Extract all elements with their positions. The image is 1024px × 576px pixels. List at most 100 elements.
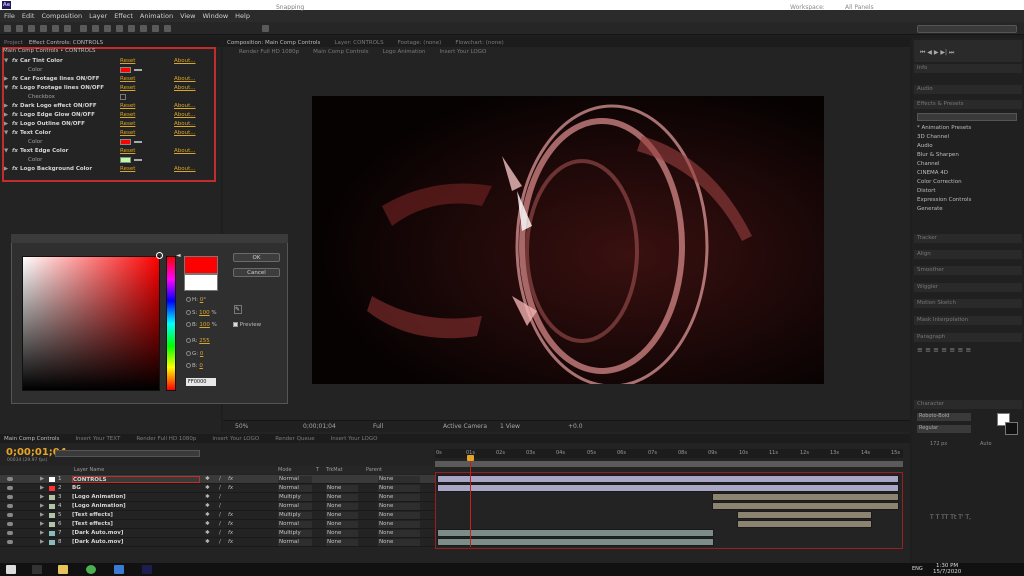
quality-switch-icon[interactable]: / [219,512,221,518]
col-mode[interactable]: Mode [278,467,292,473]
eye-visibility-icon[interactable] [7,531,13,535]
label-color-icon[interactable] [49,540,55,545]
effects-switch-icon[interactable]: fx [228,539,233,545]
parent-select[interactable]: None [378,530,420,537]
current-time-readout[interactable]: 0;00;01;04 [303,423,336,430]
parent-select[interactable]: None [378,485,420,492]
about-link[interactable]: About... [174,76,196,82]
shy-switch-icon[interactable]: ✱ [205,539,210,545]
green-field[interactable]: G: 0 [186,351,203,357]
eye-visibility-icon[interactable] [7,522,13,526]
clone-stamp-tool-icon[interactable] [128,25,135,32]
blend-mode-select[interactable]: Multiply [278,494,312,501]
checkbox[interactable] [120,94,126,100]
red-field[interactable]: R: 255 [186,338,210,344]
menu-view[interactable]: View [180,12,195,20]
layer-name[interactable]: BG [72,485,200,492]
track-matte-select[interactable]: None [326,503,358,510]
effects-category[interactable]: Color Correction [917,179,962,185]
eye-visibility-icon[interactable] [7,540,13,544]
reset-link[interactable]: Reset [120,76,135,82]
exposure-readout[interactable]: +0.0 [568,423,583,430]
label-color-icon[interactable] [49,495,55,500]
parent-select[interactable]: None [378,476,420,483]
track-matte-select[interactable]: None [326,521,358,528]
reset-link[interactable]: Reset [120,121,135,127]
breadcrumb-item[interactable]: Main Comp Controls [313,49,368,55]
text-style-icons[interactable]: T T TT Tt T' T, [930,514,1020,521]
shy-switch-icon[interactable]: ✱ [205,521,210,527]
quality-switch-icon[interactable]: / [219,494,221,500]
panel-header-mask-interpolation[interactable]: Mask Interpolation [914,316,1022,325]
font-family-select[interactable]: Roboto-Bold [917,413,971,421]
effect-row[interactable]: ▶ fx Logo Outline ON/OFF Reset About... [3,120,213,129]
effects-search-input[interactable] [917,113,1017,121]
font-style-select[interactable]: Regular [917,425,971,433]
track-matte-select[interactable]: None [326,494,358,501]
input-language[interactable]: ENG [912,566,923,572]
tab-timeline[interactable]: Render Full HD 1080p [136,436,196,442]
roto-brush-tool-icon[interactable] [152,25,159,32]
tab-effect-controls[interactable]: Effect Controls: CONTROLS [29,40,103,46]
effects-category[interactable]: Generate [917,206,943,212]
reset-link[interactable]: Reset [120,112,135,118]
panel-header-effects-presets[interactable]: Effects & Presets [914,100,1022,109]
tab-layer[interactable]: Layer: CONTROLS [334,40,383,46]
saturation-field[interactable]: S: 100 % [186,310,217,316]
resolution-select[interactable]: Full [373,423,383,430]
reset-link[interactable]: Reset [120,130,135,136]
panel-header-motion-sketch[interactable]: Motion Sketch [914,299,1022,308]
track-matte-select[interactable]: None [326,512,358,519]
layer-name[interactable]: CONTROLS [72,476,200,483]
system-clock[interactable]: 1:30 PM 15/7/2020 [933,563,961,575]
font-size-field[interactable]: 172 px [930,441,947,447]
quality-switch-icon[interactable]: / [219,530,221,536]
composition-viewer[interactable] [312,96,824,384]
shy-switch-icon[interactable]: ✱ [205,530,210,536]
about-link[interactable]: About... [174,130,196,136]
eye-visibility-icon[interactable] [7,477,13,481]
current-time-indicator[interactable] [470,456,471,547]
color-picker-titlebar[interactable] [11,234,288,243]
col-parent[interactable]: Parent [366,467,382,473]
effects-category[interactable]: Channel [917,161,940,167]
after-effects-taskbar-icon[interactable] [142,565,152,574]
effects-category[interactable]: Distort [917,188,936,194]
eye-visibility-icon[interactable] [7,495,13,499]
menu-layer[interactable]: Layer [89,12,107,20]
selection-tool-icon[interactable] [4,25,11,32]
parent-select[interactable]: None [378,503,420,510]
color-swatch[interactable] [120,157,131,163]
panel-header-align[interactable]: Align [914,250,1022,259]
layer-row[interactable]: ▶ 8 [Dark Auto.mov] ✱ / fx Normal None None [0,538,435,547]
work-area-bar[interactable] [435,461,903,467]
effect-row[interactable]: ▼ fx Logo Footage lines ON/OFF Reset About..… [3,84,213,93]
photos-icon[interactable] [114,565,124,574]
panel-header-audio[interactable]: Audio [914,85,1022,94]
blend-mode-select[interactable]: Normal [278,503,312,510]
layer-name[interactable]: [Text effects] [72,512,200,519]
blend-mode-select[interactable]: Multiply [278,530,312,537]
effect-row[interactable]: ▶ fx Dark Logo effect ON/OFF Reset About... [3,102,213,111]
blend-mode-select[interactable]: Normal [278,476,312,483]
hue-slider-handle-icon[interactable]: ◄ [176,252,181,259]
brush-tool-icon[interactable] [116,25,123,32]
effects-category[interactable]: Audio [917,143,933,149]
blend-mode-select[interactable]: Normal [278,521,312,528]
layer-row[interactable]: ▶ 2 BG ✱ / fx Normal None None [0,484,435,493]
eyedropper-icon[interactable] [134,141,142,143]
eye-visibility-icon[interactable] [7,504,13,508]
tab-timeline-main-comp[interactable]: Main Comp Controls [4,436,59,442]
about-link[interactable]: About... [174,166,196,172]
about-link[interactable]: About... [174,58,196,64]
ok-button[interactable]: OK [233,253,280,262]
blue-field[interactable]: B: 0 [186,363,203,369]
tab-timeline[interactable]: Insert Your LOGO [331,436,378,442]
workspace-select[interactable]: All Panels [845,4,874,11]
layer-row[interactable]: ▶ 5 [Text effects] ✱ / fx Multiply None None [0,511,435,520]
paragraph-align-icons[interactable]: ≡ ≡ ≡ ≡ ≡ ≡ ≡ [917,346,1017,356]
label-color-icon[interactable] [49,477,55,482]
effects-category[interactable]: * Animation Presets [917,125,971,131]
hex-input[interactable]: FF0000 [186,378,216,386]
layer-row[interactable]: ▶ 1 CONTROLS ✱ / fx Normal None [0,475,435,484]
